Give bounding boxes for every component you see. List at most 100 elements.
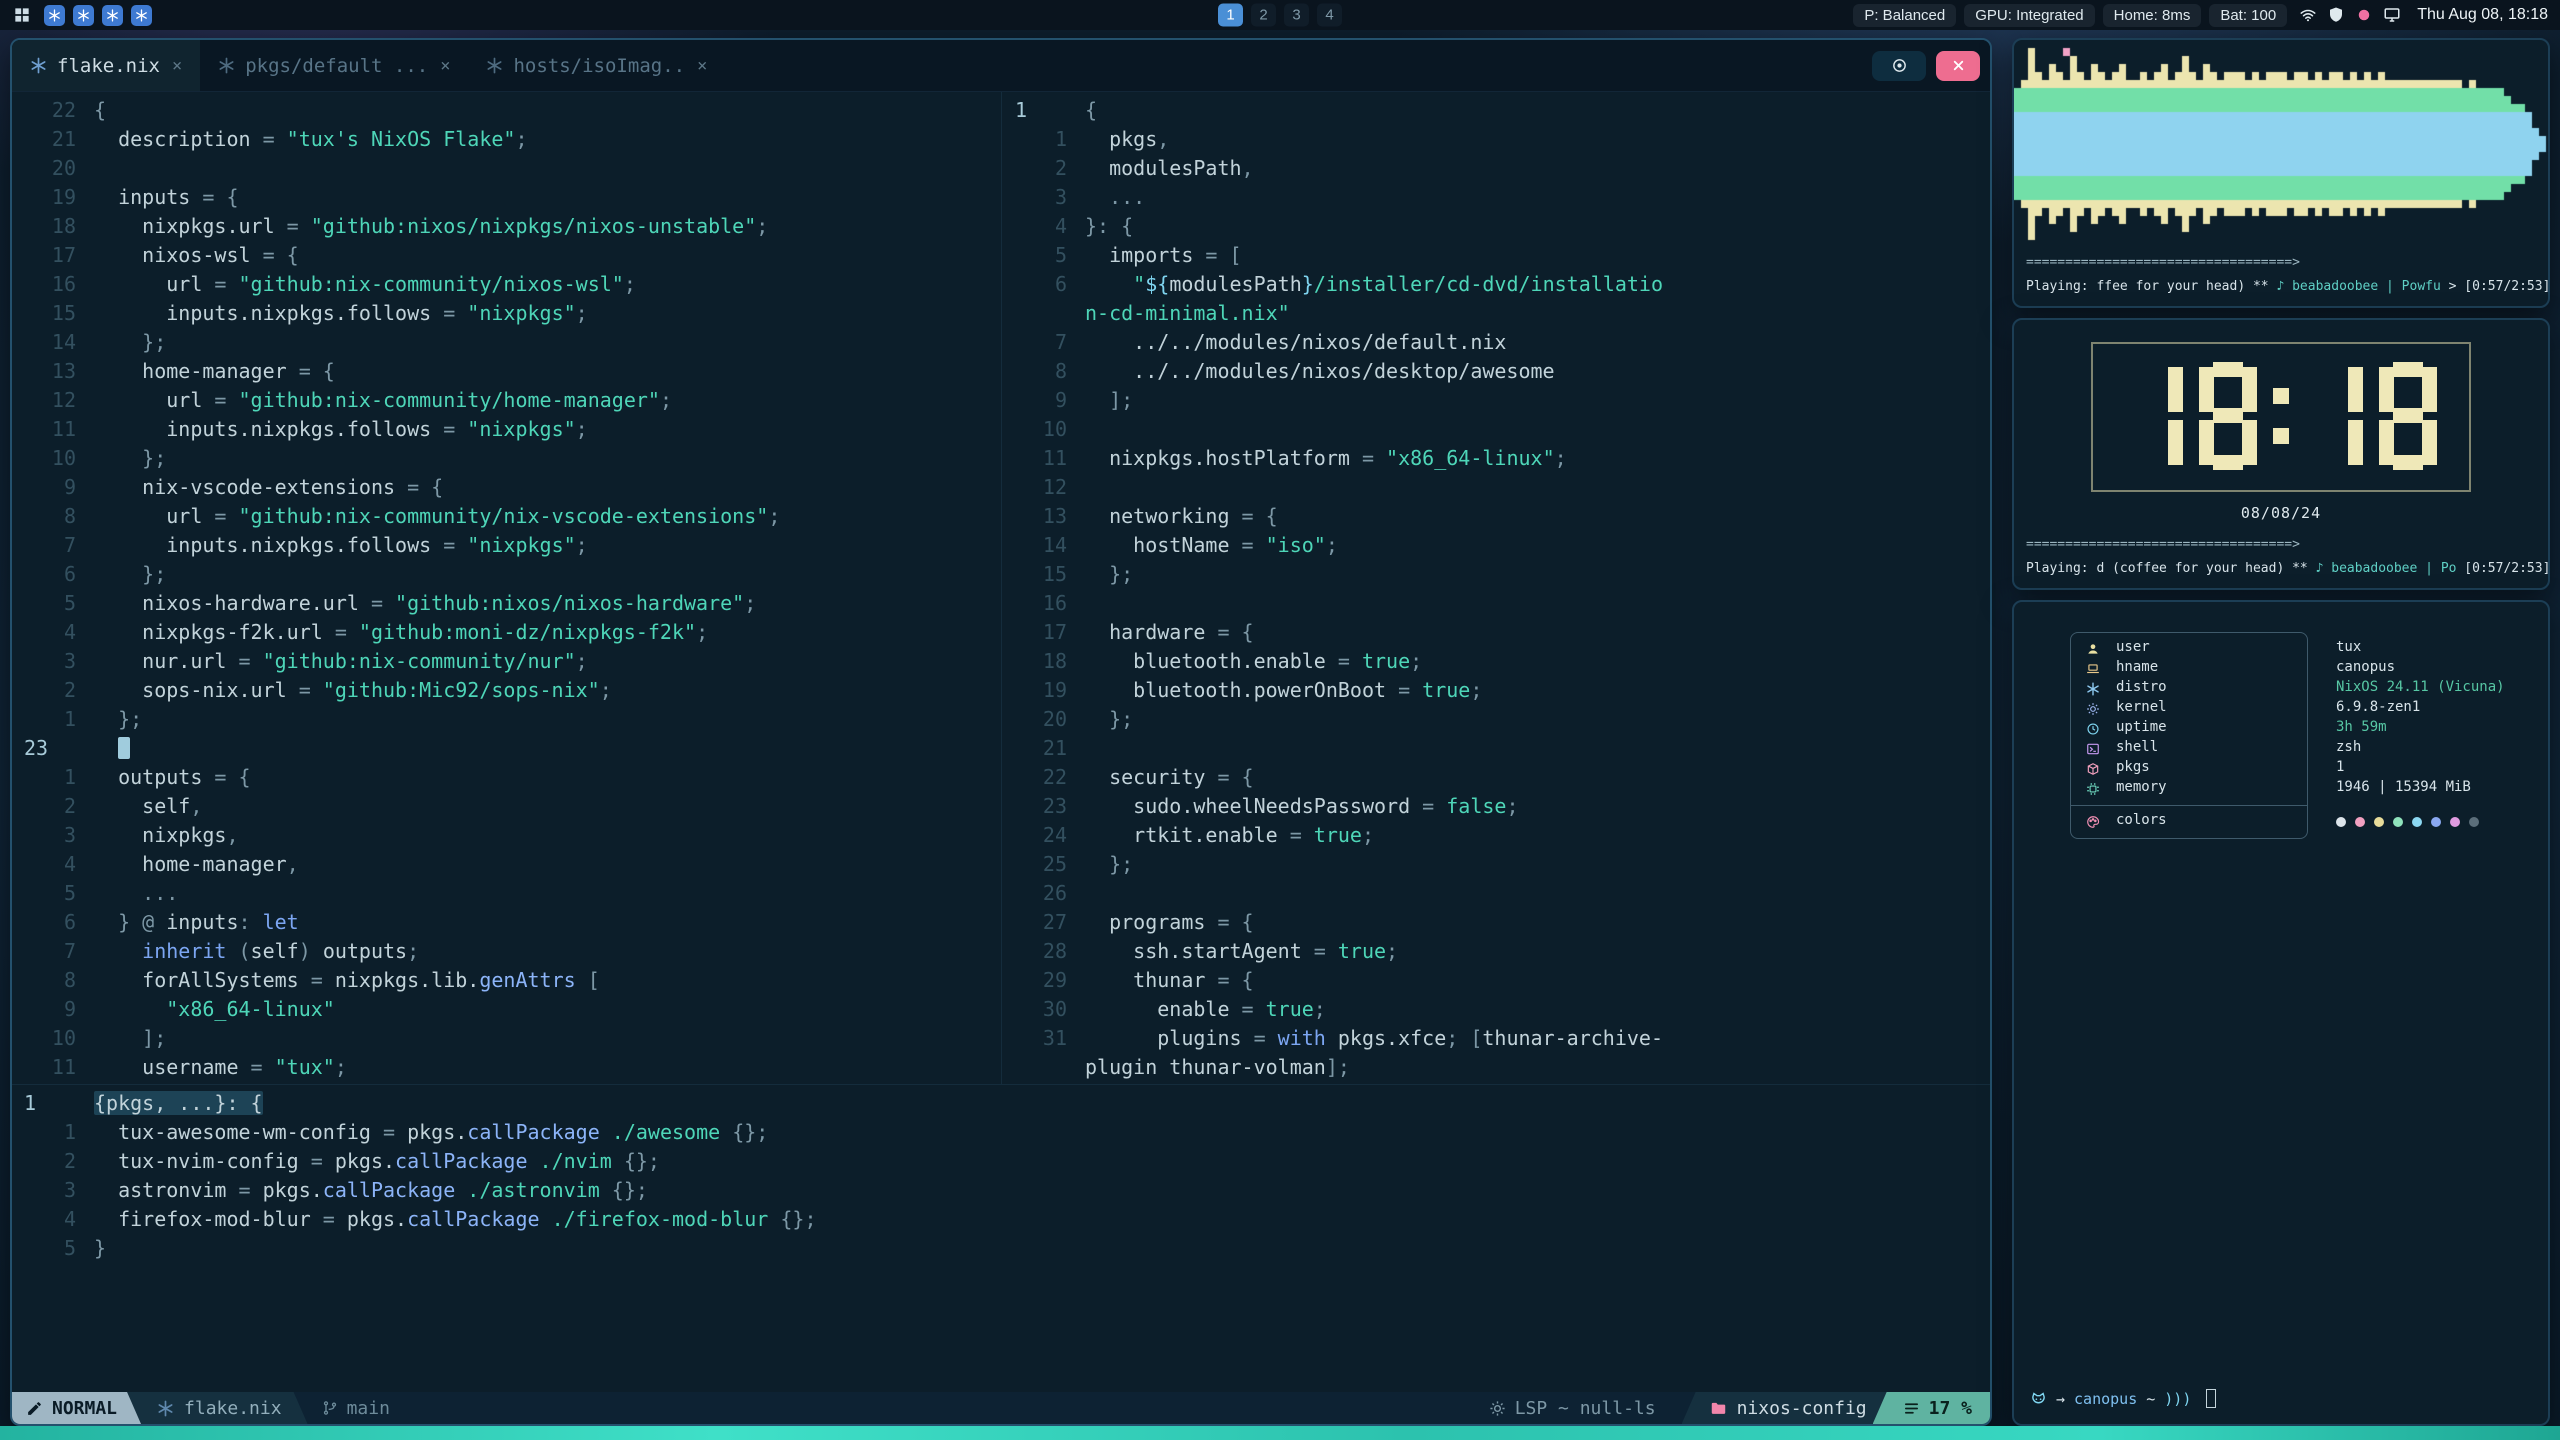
line-number: 20 <box>1003 705 1085 734</box>
fetch-row-shell: shellzsh <box>2070 739 2540 759</box>
branch-text: main <box>347 1398 390 1419</box>
editor-statusline: NORMAL flake.nix main LSP ~ null-ls nixo… <box>12 1392 1990 1424</box>
fetch-label: hname <box>2116 659 2158 675</box>
wifi-icon[interactable] <box>2299 6 2317 24</box>
editor-tab-flake.nix[interactable]: flake.nix × <box>12 40 200 91</box>
tab-close-icon[interactable]: × <box>172 56 182 76</box>
workspace-tag-2[interactable]: 2 <box>1251 4 1276 27</box>
code-line: 4 firefox-mod-blur = pkgs.callPackage ./… <box>12 1205 1990 1234</box>
tab-close-icon[interactable]: × <box>440 56 450 76</box>
line-number: 16 <box>1003 589 1085 618</box>
line-number: 3 <box>12 1176 94 1205</box>
fetch-separator <box>2070 799 2540 812</box>
code-text: nixpkgs-f2k.url = "github:moni-dz/nixpkg… <box>94 618 708 647</box>
code-text: ... <box>1085 183 1145 212</box>
color-dot <box>2450 817 2460 827</box>
line-number <box>1003 1053 1085 1082</box>
code-text: ../../modules/nixos/desktop/awesome <box>1085 357 1555 386</box>
color-dot <box>2393 817 2403 827</box>
shell-prompt[interactable]: →canopus~))) <box>2030 1389 2216 1408</box>
laptop-icon <box>2086 662 2100 676</box>
line-number: 30 <box>1003 995 1085 1024</box>
line-number: 8 <box>1003 357 1085 386</box>
code-text: nix-vscode-extensions = { <box>94 473 443 502</box>
code-text: }; <box>1085 705 1133 734</box>
editor-close-button[interactable] <box>1936 51 1980 81</box>
code-line: 5 ... <box>12 879 1001 908</box>
code-text: tux-nvim-config = pkgs.callPackage ./nvi… <box>94 1147 660 1176</box>
editor-pane-flake[interactable]: 22{21 description = "tux's NixOS Flake";… <box>12 92 1002 1084</box>
code-line: 17 hardware = { <box>1003 618 1990 647</box>
code-line: 20 <box>12 154 1001 183</box>
code-line: 10 ]; <box>12 1024 1001 1053</box>
dock-app-button[interactable] <box>44 5 65 26</box>
fetch-label: pkgs <box>2116 759 2150 775</box>
code-text: ]; <box>94 1024 166 1053</box>
code-line: n-cd-minimal.nix" <box>1003 299 1990 328</box>
editor-toggle-button[interactable] <box>1872 51 1926 81</box>
code-line: 31 plugins = with pkgs.xfce; [thunar-arc… <box>1003 1024 1990 1053</box>
status-pill[interactable]: P: Balanced <box>1853 4 1956 27</box>
snowflake-icon <box>135 9 148 22</box>
dock-app-button[interactable] <box>131 5 152 26</box>
neovim-window: flake.nix×pkgs/default ...×hosts/isoImag… <box>10 38 1992 1426</box>
tab-label: pkgs/default ... <box>245 55 428 77</box>
line-number: 14 <box>12 328 94 357</box>
tab-close-icon[interactable]: × <box>697 56 707 76</box>
editor-tab-pkgs/default ...[interactable]: pkgs/default ... × <box>200 40 468 91</box>
status-pill[interactable]: GPU: Integrated <box>1964 4 2094 27</box>
project-indicator: nixos-config <box>1682 1392 1887 1424</box>
line-number: 19 <box>12 183 94 212</box>
code-text: "${modulesPath}/installer/cd-dvd/install… <box>1085 270 1663 299</box>
code-text: description = "tux's NixOS Flake"; <box>94 125 528 154</box>
line-number: 3 <box>12 821 94 850</box>
fetch-label: kernel <box>2116 699 2167 715</box>
code-line: 18 bluetooth.enable = true; <box>1003 647 1990 676</box>
topbar-clock[interactable]: Thu Aug 08, 18:18 <box>2417 6 2548 24</box>
fetch-row-distro: distroNixOS 24.11 (Vicuna) <box>2070 679 2540 699</box>
line-number: 20 <box>12 154 94 183</box>
statusline-right: LSP ~ null-ls nixos-config 17 % <box>1489 1392 1990 1424</box>
list-icon <box>1903 1400 1920 1417</box>
workspace-tag-4[interactable]: 4 <box>1317 4 1342 27</box>
line-number: 6 <box>1003 270 1085 299</box>
line-number: 1 <box>1003 96 1085 125</box>
code-text: ssh.startAgent = true; <box>1085 937 1398 966</box>
code-text: inputs.nixpkgs.follows = "nixpkgs"; <box>94 531 588 560</box>
user-icon <box>2086 642 2100 656</box>
shield-icon[interactable] <box>2327 6 2345 24</box>
system-fetch: usertuxhnamecanopusdistroNixOS 24.11 (Vi… <box>2070 632 2540 839</box>
code-line: 18 nixpkgs.url = "github:nixos/nixpkgs/n… <box>12 212 1001 241</box>
editor-pane-pkgs-default[interactable]: 1{pkgs, ...}: {1 tux-awesome-wm-config =… <box>12 1084 1990 1392</box>
status-pill[interactable]: Home: 8ms <box>2103 4 2202 27</box>
recorder-dot-icon[interactable] <box>2355 6 2373 24</box>
editor-tabs: flake.nix×pkgs/default ...×hosts/isoImag… <box>12 40 725 91</box>
status-pill[interactable]: Bat: 100 <box>2209 4 2287 27</box>
line-number: 15 <box>12 299 94 328</box>
workspace-tag-1[interactable]: 1 <box>1218 4 1243 27</box>
folder-icon <box>1710 1400 1727 1417</box>
fetch-value: zsh <box>2336 739 2361 755</box>
code-line: 26 <box>1003 879 1990 908</box>
display-icon[interactable] <box>2383 6 2401 24</box>
app-launcher-icon[interactable] <box>12 5 32 25</box>
editor-pane-isoimage[interactable]: 1{1 pkgs,2 modulesPath,3 ...4}: {5 impor… <box>1003 92 1990 1084</box>
line-number: 10 <box>12 1024 94 1053</box>
dock-app-button[interactable] <box>73 5 94 26</box>
player-separator: ==================================> <box>2026 255 2300 270</box>
snowflake-icon <box>77 9 90 22</box>
workspace-tag-3[interactable]: 3 <box>1284 4 1309 27</box>
code-line: 6 }; <box>12 560 1001 589</box>
line-number: 6 <box>12 908 94 937</box>
dock-app-button[interactable] <box>102 5 123 26</box>
code-text: tux-awesome-wm-config = pkgs.callPackage… <box>94 1118 768 1147</box>
code-text: thunar = { <box>1085 966 1254 995</box>
code-line: 25 }; <box>1003 850 1990 879</box>
tab-label: flake.nix <box>57 55 160 77</box>
snowflake-icon <box>218 57 235 74</box>
seven-seg-clock <box>2093 362 2469 470</box>
mode-text: NORMAL <box>52 1398 117 1419</box>
editor-tab-hosts/isoImag..[interactable]: hosts/isoImag..× <box>468 40 725 91</box>
now-playing-text: Playing: d (coffee for your head) ** ♪ b… <box>2026 561 2550 576</box>
line-number: 14 <box>1003 531 1085 560</box>
